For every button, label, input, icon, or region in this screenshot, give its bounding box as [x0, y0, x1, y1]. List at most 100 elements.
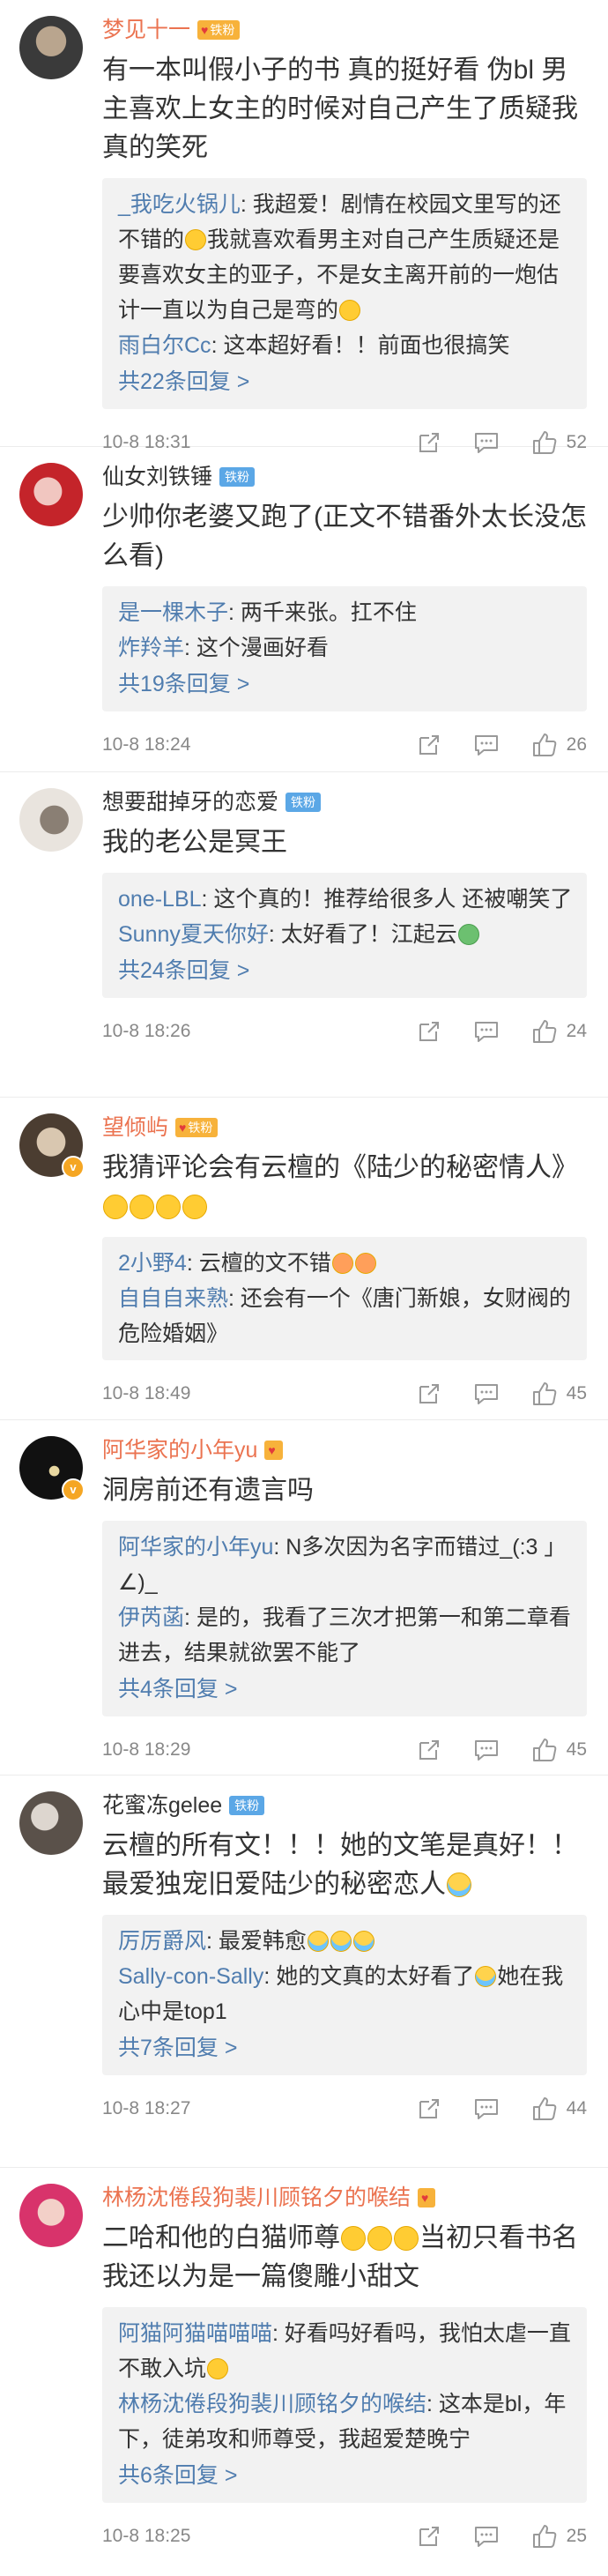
like-button[interactable]: 44 — [531, 2096, 587, 2122]
username[interactable]: 花蜜冻gelee — [102, 1790, 222, 1821]
comment-text: 有一本叫假小子的书 真的挺好看 伪bl 男主喜欢上女主的时候对自己产生了质疑我真… — [102, 56, 578, 162]
reply-username[interactable]: 2小野4 — [118, 1251, 187, 1276]
emoji-icon — [457, 924, 479, 945]
emoji-icon — [103, 1195, 128, 1219]
reply-item: 阿华家的小年yu: N多次因为名字而错过_(:3 」∠)_ — [118, 1535, 567, 1595]
share-button[interactable] — [417, 2096, 441, 2121]
fan-badge: ♥ 铁粉 — [175, 1118, 219, 1137]
comment-footer: 10-8 18:26 24 — [102, 998, 587, 1065]
username[interactable]: 林杨沈倦段狗裴川顾铭夕的喉结 — [102, 2182, 411, 2214]
thumbs-up-icon — [532, 1738, 556, 1761]
reply-box[interactable]: 厉厉爵风: 最爱韩愈 Sally-con-Sally: 她的文真的太好看了 她在我… — [102, 1915, 587, 2075]
share-icon — [419, 1384, 439, 1403]
reply-item: Sally-con-Sally: 她的文真的太好看了 她在我心中是top1 — [118, 1964, 564, 2024]
reply-username[interactable]: Sunny夏天你好 — [118, 922, 269, 947]
emoji-icon — [367, 2226, 392, 2251]
reply-item: 伊芮菡: 是的，我看了三次才把第一和第二章看进去，结果就欲罢不能了 — [118, 1605, 571, 1665]
reply-username[interactable]: 是一棵木子 — [118, 600, 228, 625]
timestamp: 10-8 18:24 — [102, 734, 191, 755]
share-button[interactable] — [417, 1019, 441, 1044]
like-button[interactable]: 24 — [531, 1018, 587, 1045]
reply-username[interactable]: 炸羚羊 — [118, 636, 184, 660]
reply-username[interactable]: _我吃火锅儿 — [118, 192, 241, 217]
comment-button[interactable] — [473, 1019, 500, 1044]
reply-item: one-LBL: 这个真的！推荐给很多人 还被嘲笑了 — [118, 887, 573, 912]
share-icon — [419, 735, 439, 755]
avatar[interactable]: v — [19, 1436, 85, 1501]
like-count: 45 — [566, 1739, 587, 1760]
reply-item: 阿猫阿猫喵喵喵: 好看吗好看吗，我怕太虐一直不敢入坑 — [118, 2321, 571, 2381]
username[interactable]: 梦见十一 — [102, 14, 190, 46]
reply-username[interactable]: 阿猫阿猫喵喵喵 — [118, 2321, 272, 2346]
like-button[interactable]: 45 — [531, 1381, 587, 1407]
share-button[interactable] — [417, 1738, 441, 1762]
more-replies-link[interactable]: 共22条回复 > — [118, 363, 573, 400]
like-count: 44 — [566, 2098, 587, 2118]
reply-username[interactable]: 林杨沈倦段狗裴川顾铭夕的喉结 — [118, 2392, 426, 2416]
reply-box[interactable]: 是一棵木子: 两千来张。扛不住 炸羚羊: 这个漫画好看 共19条回复 > — [102, 586, 587, 711]
more-replies-link[interactable]: 共7条回复 > — [118, 2029, 573, 2066]
reply-item: 是一棵木子: 两千来张。扛不住 — [118, 600, 417, 625]
reply-box[interactable]: 2小野4: 云檀的文不错 自自自来熟: 还会有一个《唐门新娘，女财阀的危险婚姻》 — [102, 1237, 587, 1360]
comment-item: 仙女刘铁锤 铁粉 少帅你老婆又跑了(正文不错番外太长没怎么看) 是一棵木子: 两… — [0, 447, 608, 772]
reply-box[interactable]: one-LBL: 这个真的！推荐给很多人 还被嘲笑了 Sunny夏天你好: 太好… — [102, 873, 587, 998]
timestamp: 10-8 18:49 — [102, 1383, 191, 1403]
comment-item: v 望倾屿 ♥ 铁粉 我猜评论会有云檀的《陆少的秘密情人》 2小野4: 云檀的文不… — [0, 1098, 608, 1420]
comment-item: 花蜜冻gelee 铁粉 云檀的所有文！！！她的文笔是真好！！最爱独宠旧爱陆少的秘… — [0, 1776, 608, 2168]
vip-heart-badge: ♥ — [264, 1441, 283, 1460]
reply-box[interactable]: 阿猫阿猫喵喵喵: 好看吗好看吗，我怕太虐一直不敢入坑 林杨沈倦段狗裴川顾铭夕的喉… — [102, 2307, 587, 2503]
avatar[interactable] — [19, 463, 83, 526]
comment-footer: 10-8 18:24 26 — [102, 711, 587, 778]
fan-badge: 铁粉 — [229, 1796, 265, 1815]
comment-button[interactable] — [473, 2096, 500, 2121]
comment-button[interactable] — [473, 1381, 500, 1406]
username[interactable]: 仙女刘铁锤 — [102, 461, 212, 493]
timestamp: 10-8 18:29 — [102, 1739, 191, 1760]
like-button[interactable]: 45 — [531, 1737, 587, 1763]
comment-button[interactable] — [473, 2524, 500, 2549]
thumbs-up-icon — [532, 1020, 556, 1043]
avatar[interactable] — [19, 1791, 83, 1855]
reply-username[interactable]: 自自自来熟 — [118, 1286, 228, 1311]
comment-icon — [474, 1384, 498, 1404]
reply-box[interactable]: 阿华家的小年yu: N多次因为名字而错过_(:3 」∠)_ 伊芮菡: 是的，我看… — [102, 1521, 587, 1716]
share-button[interactable] — [417, 733, 441, 757]
username[interactable]: 阿华家的小年yu — [102, 1434, 257, 1466]
share-button[interactable] — [417, 1381, 441, 1406]
more-replies-link[interactable]: 共24条回复 > — [118, 952, 573, 989]
emoji-icon — [341, 2226, 366, 2251]
comment-text: 洞房前还有遗言吗 — [102, 1476, 314, 1505]
like-count: 24 — [566, 1021, 587, 1041]
username[interactable]: 望倾屿 — [102, 1112, 168, 1143]
reply-username[interactable]: 阿华家的小年yu — [118, 1535, 273, 1560]
avatar[interactable] — [19, 788, 83, 852]
emoji-icon — [339, 300, 361, 321]
like-button[interactable]: 25 — [531, 2523, 587, 2550]
like-button[interactable]: 26 — [531, 732, 587, 758]
avatar[interactable]: v — [19, 1113, 85, 1179]
reply-box[interactable]: _我吃火锅儿: 我超爱！剧情在校园文里写的还不错的 我就喜欢看男主对自己产生质疑还… — [102, 178, 587, 409]
comment-icon — [474, 1740, 498, 1761]
reply-username[interactable]: 厉厉爵风 — [118, 1929, 206, 1954]
reply-username[interactable]: one-LBL — [118, 887, 202, 912]
avatar[interactable] — [19, 16, 83, 79]
avatar[interactable] — [19, 2184, 83, 2247]
comment-icon — [474, 1022, 498, 1042]
more-replies-link[interactable]: 共6条回复 > — [118, 2457, 573, 2494]
reply-username[interactable]: 伊芮菡 — [118, 1605, 184, 1630]
comment-button[interactable] — [473, 1738, 500, 1762]
like-count: 25 — [566, 2526, 587, 2546]
share-button[interactable] — [417, 2524, 441, 2549]
reply-username[interactable]: 雨白尔Cc — [118, 333, 211, 358]
username[interactable]: 想要甜掉牙的恋爱 — [102, 786, 278, 818]
more-replies-link[interactable]: 共19条回复 > — [118, 666, 573, 703]
comment-text: 我猜评论会有云檀的《陆少的秘密情人》 — [102, 1149, 587, 1226]
more-replies-link[interactable]: 共4条回复 > — [118, 1671, 573, 1708]
emoji-icon — [352, 1931, 374, 1952]
emoji-icon — [307, 1931, 329, 1952]
reply-username[interactable]: Sally-con-Sally — [118, 1964, 263, 1989]
comment-footer: 10-8 18:29 45 — [102, 1716, 587, 1783]
timestamp: 10-8 18:25 — [102, 2526, 191, 2546]
comment-button[interactable] — [473, 733, 500, 757]
comment-text: 云檀的所有文！！！她的文笔是真好！！最爱独宠旧爱陆少的秘密恋人 — [102, 1831, 578, 1899]
